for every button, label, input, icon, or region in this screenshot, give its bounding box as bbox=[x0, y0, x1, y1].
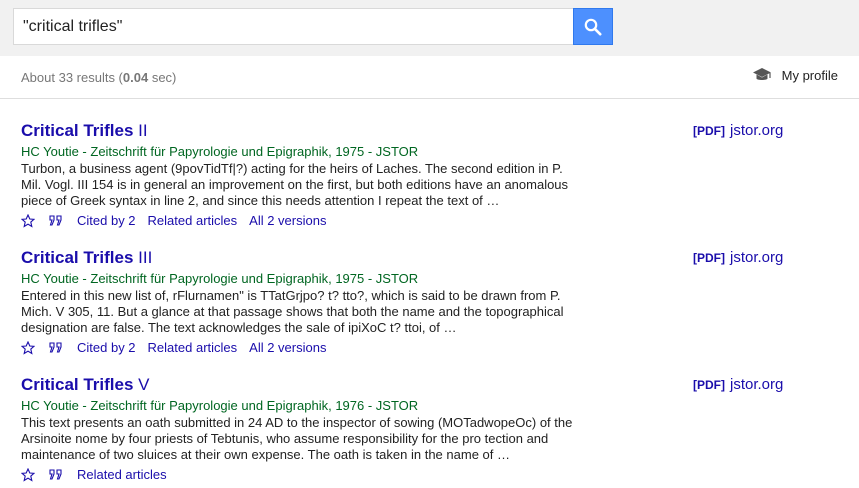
pdf-source: jstor.org bbox=[730, 122, 784, 139]
cited-by-link[interactable]: Cited by 2 bbox=[77, 339, 136, 356]
my-profile-link[interactable]: My profile bbox=[752, 67, 838, 83]
result-meta: HC Youtie - Zeitschrift für Papyrologie … bbox=[21, 144, 419, 159]
cited-by-link[interactable]: Cited by 2 bbox=[77, 212, 136, 229]
related-articles-link[interactable]: Related articles bbox=[148, 339, 238, 356]
save-star-icon[interactable] bbox=[21, 340, 35, 355]
result-title-numeral: II bbox=[138, 121, 148, 140]
pdf-source: jstor.org bbox=[730, 249, 784, 266]
result-snippet: Turbon, a business agent (9povTidTf|?) a… bbox=[21, 161, 569, 208]
result-snippet: Entered in this new list of, rFlurnamen"… bbox=[21, 288, 564, 335]
result-meta: HC Youtie - Zeitschrift für Papyrologie … bbox=[21, 271, 419, 286]
related-articles-link[interactable]: Related articles bbox=[148, 212, 238, 229]
stats-prefix: About 33 results ( bbox=[21, 70, 123, 85]
result-actions: Related articles bbox=[21, 466, 841, 483]
results-stats-bar: About 33 results (0.04 sec) My profile bbox=[0, 56, 859, 99]
result-title-text: Critical Trifles bbox=[21, 121, 134, 140]
cite-quote-icon[interactable] bbox=[49, 214, 63, 227]
result-title-numeral: III bbox=[138, 248, 153, 267]
stats-suffix: sec) bbox=[148, 70, 177, 85]
pdf-tag: [PDF] bbox=[693, 251, 725, 265]
graduation-cap-icon bbox=[752, 67, 772, 83]
result-item: Critical Trifles II HC Youtie - Zeitschr… bbox=[21, 121, 841, 229]
search-box[interactable] bbox=[13, 8, 574, 45]
my-profile-label: My profile bbox=[781, 67, 838, 83]
all-versions-link[interactable]: All 2 versions bbox=[249, 212, 326, 229]
search-button[interactable] bbox=[573, 8, 613, 45]
cite-quote-icon[interactable] bbox=[49, 341, 63, 354]
result-actions: Cited by 2 Related articles All 2 versio… bbox=[21, 339, 841, 356]
search-input[interactable] bbox=[14, 9, 574, 44]
result-title-text: Critical Trifles bbox=[21, 248, 134, 267]
pdf-tag: [PDF] bbox=[693, 378, 725, 392]
stats-time: 0.04 bbox=[122, 70, 149, 85]
save-star-icon[interactable] bbox=[21, 213, 35, 228]
pdf-tag: [PDF] bbox=[693, 124, 725, 138]
pdf-link[interactable]: [PDF] jstor.org bbox=[693, 122, 783, 139]
pdf-link[interactable]: [PDF] jstor.org bbox=[693, 249, 783, 266]
result-title-numeral: V bbox=[138, 375, 150, 394]
result-meta: HC Youtie - Zeitschrift für Papyrologie … bbox=[21, 398, 419, 413]
result-item: Critical Trifles III HC Youtie - Zeitsch… bbox=[21, 248, 841, 356]
related-articles-link[interactable]: Related articles bbox=[77, 466, 167, 483]
result-snippet: This text presents an oath submitted in … bbox=[21, 415, 573, 462]
result-actions: Cited by 2 Related articles All 2 versio… bbox=[21, 212, 841, 229]
result-title-text: Critical Trifles bbox=[21, 375, 134, 394]
save-star-icon[interactable] bbox=[21, 467, 35, 482]
search-header bbox=[0, 0, 859, 56]
result-item: Critical Trifles V HC Youtie - Zeitschri… bbox=[21, 375, 841, 483]
pdf-link[interactable]: [PDF] jstor.org bbox=[693, 376, 783, 393]
results-stats: About 33 results (0.04 sec) bbox=[21, 70, 176, 85]
cite-quote-icon[interactable] bbox=[49, 468, 63, 481]
search-icon bbox=[584, 18, 602, 36]
pdf-source: jstor.org bbox=[730, 376, 784, 393]
all-versions-link[interactable]: All 2 versions bbox=[249, 339, 326, 356]
